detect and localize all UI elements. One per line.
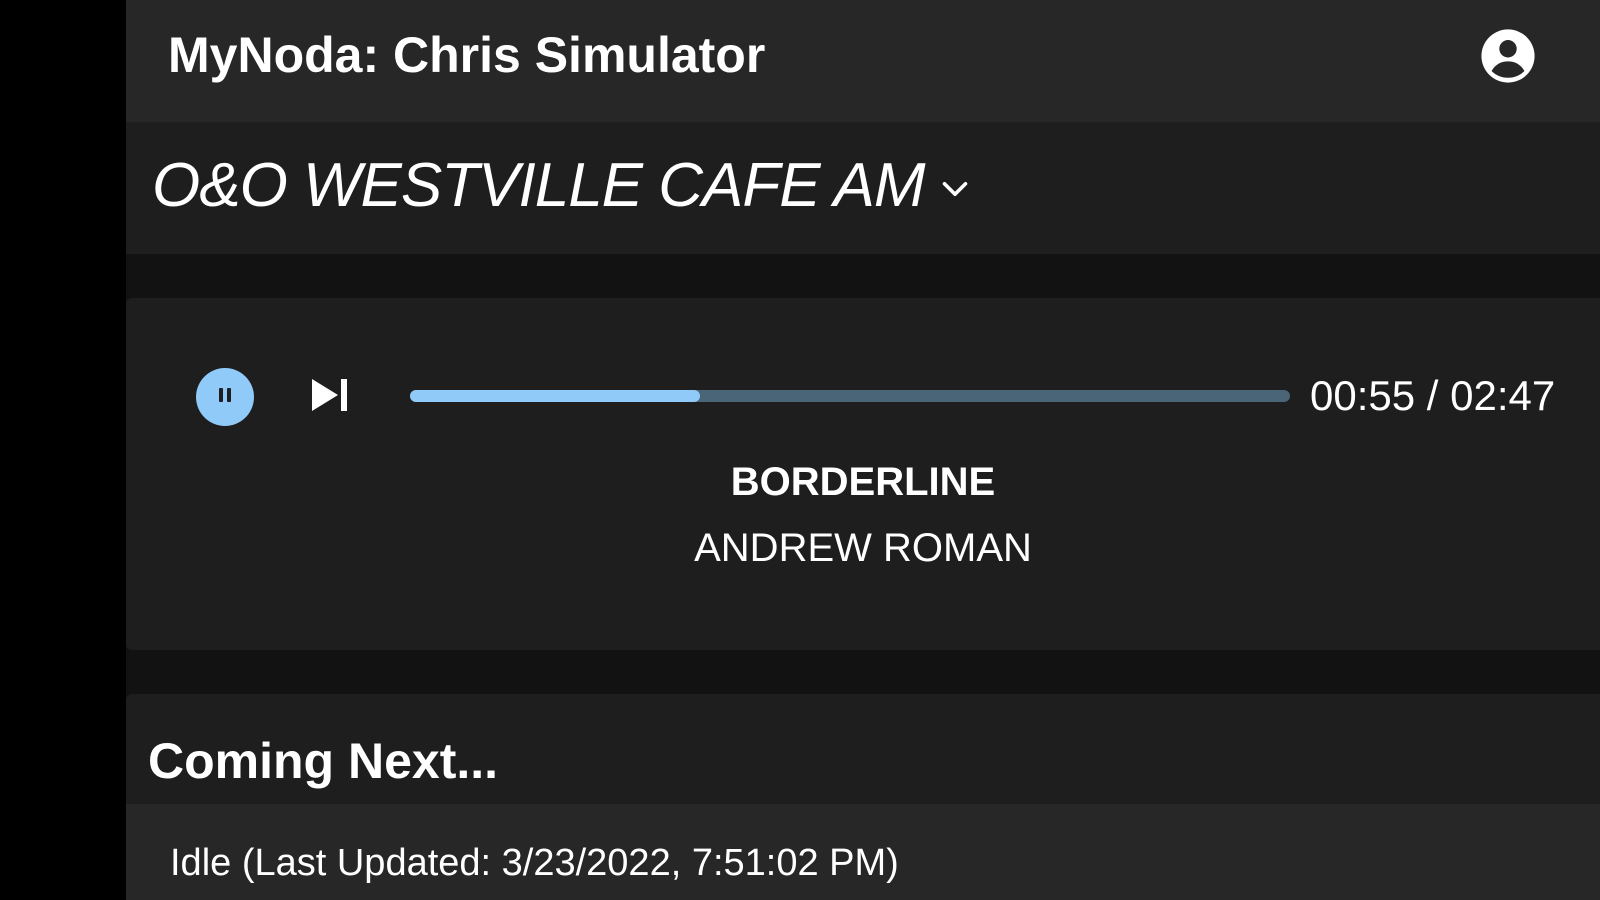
status-text: Idle (Last Updated: 3/23/2022, 7:51:02 P… <box>170 842 899 884</box>
app-title: MyNoda: Chris Simulator <box>168 27 766 83</box>
skip-next-button[interactable] <box>306 374 354 420</box>
coming-next-card: Coming Next... Idle (Last Updated: 3/23/… <box>126 694 1600 900</box>
skip-next-icon <box>308 375 352 420</box>
app-bar: MyNoda: Chris Simulator <box>126 0 1600 122</box>
station-bar: O&O WESTVILLE CAFE AM <box>126 122 1600 254</box>
left-rail <box>0 0 126 900</box>
pause-icon <box>214 384 236 411</box>
time-readout: 00:55 / 02:47 <box>1310 372 1556 419</box>
player-card: 00:55 / 02:47 BORDERLINE ANDREW ROMAN <box>126 298 1600 650</box>
coming-next-heading: Coming Next... <box>148 733 499 789</box>
progress-bar[interactable] <box>410 390 1290 402</box>
station-selector[interactable]: O&O WESTVILLE CAFE AM <box>152 150 973 221</box>
app-container: MyNoda: Chris Simulator O&O WESTVILLE CA… <box>126 0 1600 900</box>
progress-fill <box>410 390 700 402</box>
track-artist: ANDREW ROMAN <box>694 526 1032 570</box>
station-name: O&O WESTVILLE CAFE AM <box>152 151 926 220</box>
chevron-down-icon <box>937 171 973 207</box>
coming-next-body: Idle (Last Updated: 3/23/2022, 7:51:02 P… <box>126 804 1600 900</box>
track-title: BORDERLINE <box>730 460 996 504</box>
pause-button[interactable] <box>196 368 254 426</box>
account-button[interactable] <box>1478 28 1538 88</box>
account-circle-icon <box>1479 27 1537 90</box>
